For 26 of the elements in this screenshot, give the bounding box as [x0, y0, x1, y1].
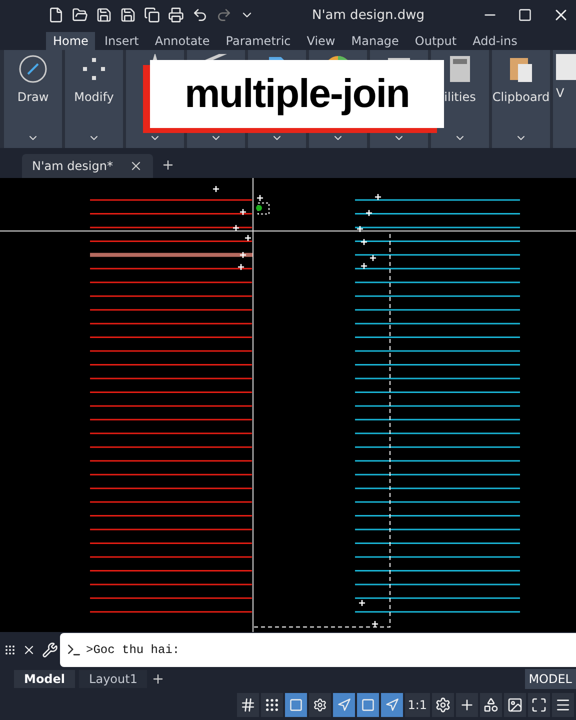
ribbon-tab[interactable]: Parametric — [218, 32, 298, 50]
model-space-label[interactable]: MODEL — [524, 669, 576, 689]
caption-banner: multiple-join — [150, 60, 444, 128]
ribbon-tab[interactable]: Output — [408, 32, 464, 50]
ribbon-panel[interactable]: Draw — [4, 50, 62, 148]
ribbon-panel[interactable]: Clipboard — [492, 50, 550, 148]
panel-label: V — [556, 86, 564, 100]
ribbon-tab[interactable]: Add-ins — [466, 32, 524, 50]
ribbon-panel[interactable]: V — [553, 50, 576, 148]
panel-label: Draw — [17, 90, 49, 104]
command-line-field[interactable]: >Goc thu hai: — [60, 633, 576, 667]
panel-label: ilities — [444, 90, 476, 104]
ribbon-tab[interactable]: View — [300, 32, 342, 50]
ribbon-tab[interactable]: Annotate — [148, 32, 217, 50]
layout-tab[interactable]: Model — [14, 670, 76, 688]
layout-tab[interactable]: Layout1 — [79, 670, 148, 688]
panel-label: Clipboard — [492, 90, 550, 104]
panel-label: Modify — [74, 90, 114, 104]
document-tab[interactable]: N'am design* — [22, 154, 153, 178]
document-tab-label: N'am design* — [32, 159, 113, 173]
ribbon-tab[interactable]: Insert — [97, 32, 146, 50]
window-title: N'am design.dwg — [312, 8, 426, 22]
ribbon-tab[interactable]: Home — [46, 32, 96, 50]
scale-button[interactable]: 1:1 — [404, 693, 430, 717]
ribbon-tab[interactable]: Manage — [344, 32, 406, 50]
ribbon-panel[interactable]: Modify — [65, 50, 123, 148]
